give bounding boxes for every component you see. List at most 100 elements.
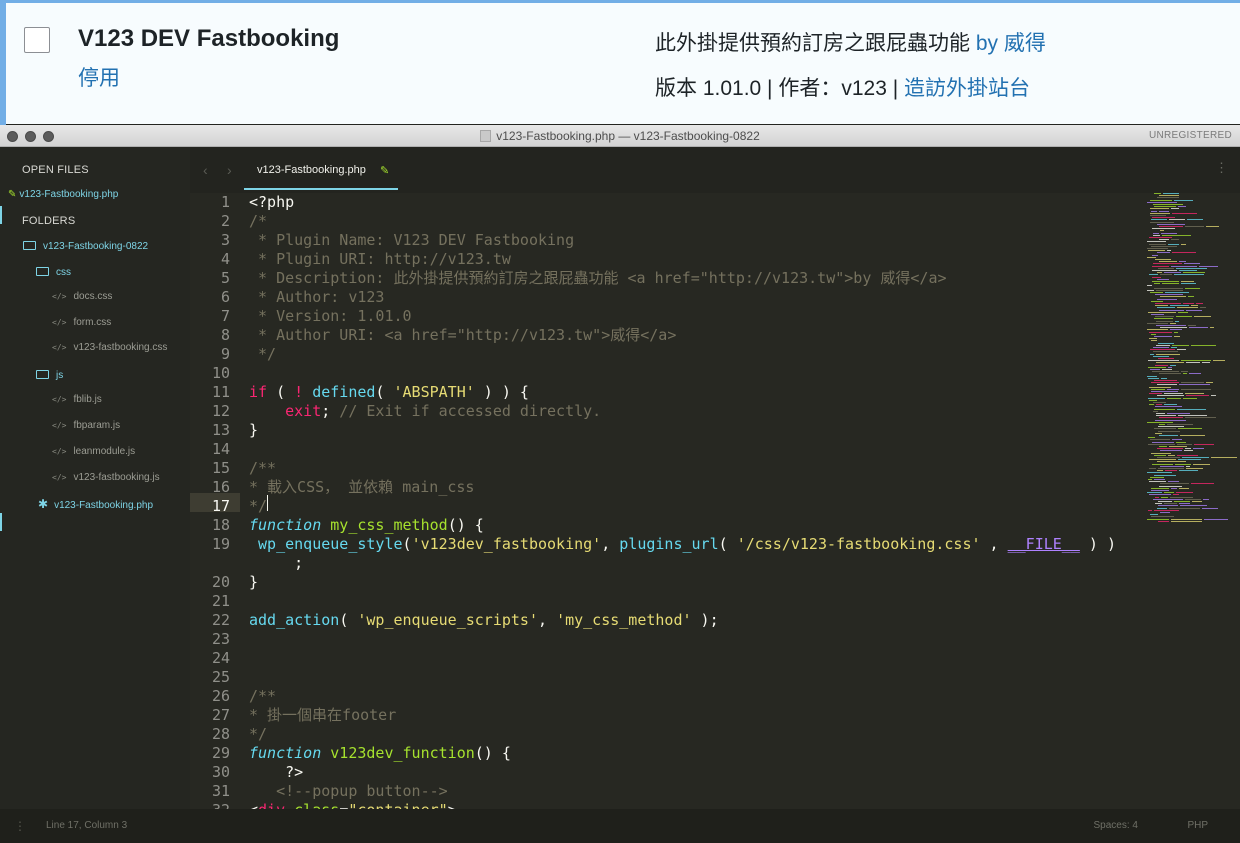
minimap-stroke — [1148, 360, 1179, 362]
window-title-text: v123-Fastbooking.php — v123-Fastbooking-… — [496, 129, 760, 143]
minimap-stroke — [1171, 487, 1177, 489]
minimap-stroke — [1156, 362, 1184, 364]
minimap-stroke — [1185, 393, 1204, 395]
asterisk-icon: ✱ — [38, 497, 49, 511]
minimap-stroke — [1160, 512, 1170, 513]
status-syntax[interactable]: PHP — [1187, 820, 1208, 831]
sidebar-toggle-icon[interactable]: ⋮ — [14, 819, 26, 833]
minimap-stroke — [1211, 457, 1237, 458]
line-number: 28 — [211, 725, 230, 743]
minimap-stroke — [1155, 503, 1162, 505]
plugin-select-checkbox[interactable] — [24, 27, 50, 53]
text-caret — [267, 495, 268, 511]
minimap-stroke — [1155, 419, 1186, 421]
more-vertical-icon[interactable]: ⋮ — [1215, 160, 1228, 176]
file-label: fblib.js — [73, 394, 102, 405]
code-line: function v123dev_function() { — [249, 744, 511, 762]
line-number: 11 — [211, 383, 230, 401]
deactivate-link[interactable]: 停用 — [78, 62, 120, 92]
minimap-stroke — [1184, 450, 1193, 452]
file-item-docs-css[interactable]: </> docs.css — [52, 291, 112, 302]
minimap-stroke — [1153, 347, 1169, 348]
file-item-leanmodule-js[interactable]: </> leanmodule.js — [52, 446, 135, 457]
minimap-stroke — [1149, 338, 1157, 340]
minimap-stroke — [1150, 514, 1158, 516]
minimap-stroke — [1160, 296, 1186, 298]
minimap-stroke — [1152, 463, 1173, 465]
line-number: 9 — [220, 345, 230, 363]
file-item-fblib-js[interactable]: </> fblib.js — [52, 394, 102, 405]
status-indentation[interactable]: Spaces: 4 — [1094, 820, 1138, 831]
minimap-stroke — [1157, 448, 1183, 450]
minimap-stroke — [1164, 404, 1177, 406]
code-file-icon: </> — [52, 292, 67, 301]
minimap-stroke — [1185, 498, 1201, 500]
minimap-stroke — [1189, 373, 1201, 375]
minimap-stroke — [1175, 320, 1179, 322]
minimap-stroke — [1164, 272, 1181, 274]
line-number: 6 — [220, 288, 230, 306]
code-line-wrapped: ; — [249, 554, 304, 572]
sidebar: OPEN FILES ✎ v123-Fastbooking.php FOLDERS… — [0, 147, 190, 809]
file-item-form-css[interactable]: </> form.css — [52, 317, 111, 328]
code-line: add_action( 'wp_enqueue_scripts', 'my_cs… — [249, 611, 719, 629]
folder-root[interactable]: v123-Fastbooking-0822 — [23, 241, 148, 252]
file-item-fastbooking-js[interactable]: </> v123-fastbooking.js — [52, 472, 160, 483]
code-area[interactable]: <?php /* * Plugin Name: V123 DEV Fastboo… — [249, 193, 1149, 809]
minimap-stroke — [1206, 382, 1213, 384]
minimap-stroke — [1183, 272, 1205, 274]
minimap-stroke — [1167, 397, 1181, 399]
minimap-stroke — [1156, 415, 1176, 417]
minimap-stroke — [1154, 408, 1175, 410]
folder-js[interactable]: js — [36, 370, 63, 381]
minimap-stroke — [1153, 234, 1160, 236]
line-number: 25 — [211, 668, 230, 686]
minimap-stroke — [1158, 501, 1172, 502]
code-line: * 掛一個串在footer — [249, 706, 397, 724]
pencil-icon: ✎ — [380, 165, 390, 177]
code-line: <!--popup button--> — [249, 782, 448, 800]
minimap-stroke — [1184, 263, 1200, 265]
minimap[interactable] — [1145, 193, 1237, 523]
minimap-stroke — [1213, 360, 1225, 362]
minimap-stroke — [1185, 448, 1191, 450]
minimap-stroke — [1157, 223, 1185, 225]
minimap-stroke — [1150, 208, 1169, 210]
code-file-icon: </> — [52, 473, 67, 482]
by-label[interactable]: by — [976, 32, 998, 55]
line-number: 30 — [211, 763, 230, 781]
code-line: * Version: 1.01.0 — [249, 307, 412, 325]
minimap-stroke — [1151, 340, 1157, 342]
minimap-stroke — [1165, 470, 1177, 472]
minimap-stroke — [1170, 305, 1189, 307]
file-item-fbparam-js[interactable]: </> fbparam.js — [52, 420, 120, 431]
author-link[interactable]: 威得 — [1004, 32, 1046, 55]
plugin-meta: 版本 1.01.0 | 作者：v123 | 造訪外掛站台 — [655, 72, 1030, 102]
minimap-stroke — [1183, 303, 1194, 304]
minimap-stroke — [1159, 424, 1165, 425]
nav-back-icon[interactable]: ‹ — [203, 162, 208, 178]
line-number-gutter: 1 2 3 4 5 6 7 8 9 10 11 12 13 14 15 16 17 18 19 20 21 22 23 24 2… — [190, 193, 240, 809]
file-item-fastbooking-css[interactable]: </> v123-fastbooking.css — [52, 342, 167, 353]
minimap-stroke — [1158, 267, 1174, 269]
minimap-stroke — [1154, 509, 1179, 511]
minimap-stroke — [1181, 283, 1196, 285]
minimap-stroke — [1159, 226, 1183, 227]
minimap-stroke — [1183, 373, 1187, 375]
folder-css[interactable]: css — [36, 267, 71, 278]
plugin-description-text: 此外掛提供預約訂房之跟屁蟲功能 — [655, 32, 970, 55]
nav-forward-icon[interactable]: › — [227, 162, 232, 178]
minimap-stroke — [1149, 386, 1171, 388]
tab-active-file[interactable]: v123-Fastbooking.php ✎ — [244, 157, 398, 190]
minimap-stroke — [1157, 384, 1177, 386]
code-editor[interactable]: 1 2 3 4 5 6 7 8 9 10 11 12 13 14 15 16 17 18 19 20 21 22 23 24 2… — [190, 193, 1240, 809]
code-line: * Author URI: <a href="http://v123.tw">威… — [249, 326, 677, 344]
minimap-stroke — [1147, 518, 1169, 520]
open-file-item[interactable]: ✎ v123-Fastbooking.php — [8, 189, 118, 200]
file-item-root-php[interactable]: ✱ v123-Fastbooking.php — [38, 497, 153, 511]
minimap-stroke — [1156, 325, 1186, 326]
minimap-stroke — [1170, 496, 1193, 498]
visit-plugin-site-link[interactable]: 造訪外掛站台 — [904, 77, 1030, 100]
minimap-stroke — [1171, 520, 1202, 522]
line-number: 8 — [220, 326, 230, 344]
